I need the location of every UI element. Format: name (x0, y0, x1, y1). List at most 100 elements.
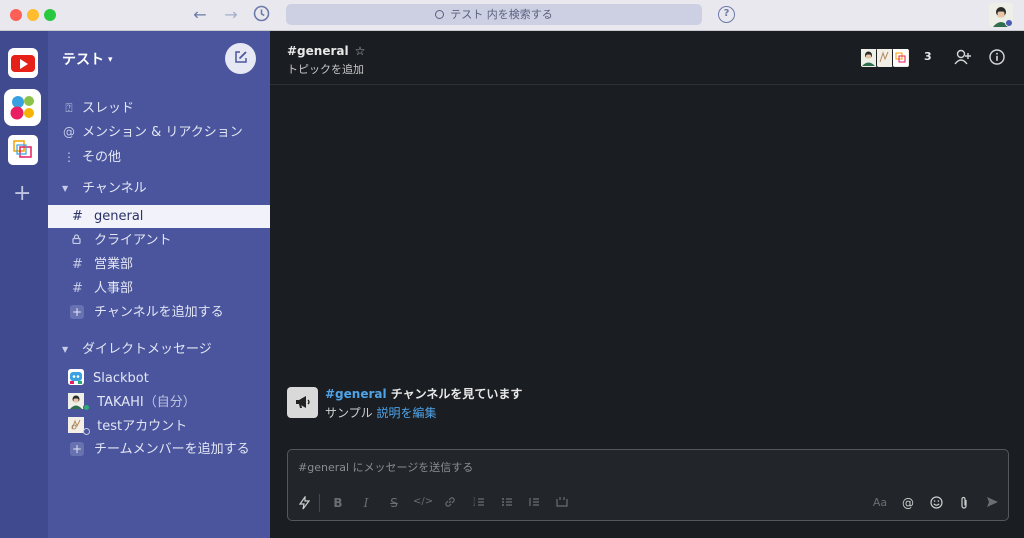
more-vertical-icon: ⋮ (63, 150, 75, 164)
link-icon[interactable] (441, 496, 459, 511)
hash-icon: # (72, 281, 83, 296)
user-avatar (68, 393, 84, 409)
forward-arrow-icon[interactable]: → (221, 5, 241, 25)
emoji-icon[interactable] (927, 496, 945, 512)
history-clock-icon[interactable] (251, 5, 271, 25)
team-menu[interactable]: テスト ▾ (62, 49, 113, 69)
message-input[interactable] (298, 458, 988, 476)
caret-down-icon: ▼ (62, 184, 69, 193)
add-member-button[interactable]: + チームメンバーを追加する (48, 438, 270, 461)
slackbot-avatar-icon (68, 369, 84, 385)
svg-text:1: 1 (473, 497, 476, 502)
workspace-logo-icon (8, 135, 38, 165)
add-channel-button[interactable]: + チャンネルを追加する (48, 301, 270, 324)
threads-icon: ⍰ (65, 101, 73, 115)
workspace-third[interactable] (8, 135, 38, 165)
send-icon[interactable] (983, 496, 1001, 511)
channel-title[interactable]: #general ☆ (287, 44, 365, 58)
hash-icon: # (72, 257, 83, 272)
user-avatar[interactable] (989, 3, 1013, 27)
workspace-youtube[interactable] (8, 48, 38, 78)
description-text: サンプル (325, 406, 377, 420)
dm-takahi[interactable]: TAKAHI（自分） (48, 390, 270, 413)
sidebar-item-more[interactable]: ⋮ その他 (60, 147, 121, 167)
megaphone-icon (287, 387, 318, 418)
add-member-icon[interactable] (954, 49, 972, 69)
plus-icon: + (70, 442, 84, 456)
sidebar-item-mentions[interactable]: @ メンション & リアクション (60, 122, 243, 142)
channel-intro-link[interactable]: #general (325, 387, 387, 401)
channels-section-header[interactable]: ▼ チャンネル (62, 179, 147, 199)
chevron-down-icon: ▾ (108, 55, 113, 65)
channel-name: #general (287, 44, 349, 58)
title-bar: ← → テスト 内を検索する ? (0, 0, 1024, 31)
code-icon[interactable]: </> (413, 496, 433, 507)
team-name: テスト (62, 52, 104, 68)
bold-icon[interactable]: B (329, 496, 347, 510)
member-count[interactable]: 3 (924, 50, 932, 63)
sidebar-item-label: スレッド (82, 101, 135, 116)
dm-slackbot[interactable]: Slackbot (48, 366, 270, 389)
zoom-window-button[interactable] (44, 9, 56, 21)
add-channel-label: チャンネルを追加する (94, 305, 224, 320)
svg-text:2: 2 (473, 502, 476, 507)
edit-description-link[interactable]: 説明を編集 (376, 406, 436, 420)
compose-button[interactable] (225, 43, 256, 74)
channel-header: #general ☆ トピックを追加 3 (270, 31, 1024, 85)
sidebar: テスト ▾ ⍰ スレッド @ メンション & リアクション ⋮ その他 ▼ チャンネル #… (48, 31, 270, 538)
channel-label: 営業部 (94, 257, 134, 272)
dm-label: Slackbot (93, 371, 149, 386)
code-block-icon[interactable] (553, 496, 571, 511)
blockquote-icon[interactable] (525, 496, 543, 511)
workspace-rail: + (0, 31, 48, 538)
channel-label: general (94, 209, 144, 224)
at-icon: @ (63, 125, 75, 139)
channel-hr[interactable]: # 人事部 (48, 277, 270, 300)
bulleted-list-icon[interactable] (498, 496, 516, 511)
dm-test-account[interactable]: testアカウント (48, 414, 270, 437)
shortcuts-bolt-icon[interactable] (295, 495, 313, 513)
add-workspace-icon[interactable]: + (13, 183, 31, 205)
italic-icon[interactable]: I (357, 496, 375, 510)
workspace-logo-icon (7, 92, 38, 123)
dm-label: testアカウント (97, 419, 188, 434)
attachment-icon[interactable] (955, 496, 973, 513)
dm-section-header[interactable]: ▼ ダイレクトメッセージ (62, 340, 212, 360)
star-icon[interactable]: ☆ (355, 44, 366, 58)
formatting-toggle-icon[interactable]: Aa (871, 496, 889, 509)
search-placeholder: テスト 内を検索する (450, 8, 553, 21)
add-member-label: チームメンバーを追加する (94, 442, 250, 457)
info-icon[interactable] (989, 49, 1005, 69)
close-window-button[interactable] (10, 9, 22, 21)
channel-intro-text: チャンネルを見ています (386, 387, 523, 401)
section-label: ダイレクトメッセージ (82, 342, 212, 357)
add-topic-link[interactable]: トピックを追加 (287, 61, 364, 77)
away-status-icon (83, 428, 90, 435)
online-status-icon (83, 404, 90, 411)
user-avatar (68, 417, 84, 433)
channel-general[interactable]: # general (48, 205, 270, 228)
message-composer: B I S </> 12 Aa @ (287, 449, 1009, 521)
strikethrough-icon[interactable]: S (385, 496, 403, 510)
channel-label: 人事部 (94, 281, 134, 296)
dm-label: TAKAHI (97, 395, 144, 410)
member-avatar (892, 48, 910, 68)
plus-icon: + (70, 305, 84, 319)
search-bar[interactable]: テスト 内を検索する (286, 4, 702, 25)
help-icon[interactable]: ? (718, 6, 735, 23)
toolbar-divider (319, 494, 320, 512)
channel-intro-description: サンプル 説明を編集 (325, 404, 436, 421)
minimize-window-button[interactable] (27, 9, 39, 21)
sidebar-item-label: その他 (82, 150, 122, 165)
back-arrow-icon[interactable]: ← (190, 5, 210, 25)
channel-client[interactable]: クライアント (48, 229, 270, 252)
youtube-icon (11, 55, 35, 72)
sidebar-item-threads[interactable]: ⍰ スレッド (60, 98, 134, 118)
mention-icon[interactable]: @ (899, 496, 917, 510)
ordered-list-icon[interactable]: 12 (470, 496, 488, 511)
workspace-test-active[interactable] (4, 89, 41, 126)
channel-label: クライアント (94, 233, 172, 248)
dm-self-suffix: （自分） (143, 395, 196, 410)
sidebar-item-label: メンション & リアクション (82, 125, 243, 140)
channel-sales[interactable]: # 営業部 (48, 253, 270, 276)
